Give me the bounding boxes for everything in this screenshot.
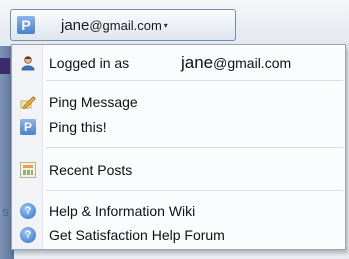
- menu-item-ping-this[interactable]: P Ping this!: [12, 114, 345, 140]
- logged-in-domain: @gmail.com: [213, 55, 292, 71]
- ping-logo-icon: P: [17, 16, 35, 34]
- ping-p-icon: P: [20, 119, 36, 135]
- pencil-icon: [20, 94, 36, 110]
- logged-in-username: jane: [181, 53, 214, 72]
- menu-item-ping-message[interactable]: Ping Message: [12, 89, 345, 115]
- menu-item-label: Recent Posts: [49, 162, 133, 178]
- account-email: jane@gmail.com: [61, 17, 162, 34]
- menu-item-logged-in: Logged in as jane@gmail.com: [12, 50, 345, 76]
- page-background-letter: S: [2, 208, 9, 219]
- menu-separator: [46, 147, 343, 148]
- account-domain: @gmail.com: [89, 17, 162, 33]
- menu-item-recent-posts[interactable]: Recent Posts: [12, 157, 345, 183]
- menu-item-help-wiki[interactable]: ? Help & Information Wiki: [12, 198, 345, 224]
- menu-separator: [46, 80, 343, 81]
- chevron-down-icon: ▾: [163, 20, 168, 30]
- logged-in-email: jane@gmail.com: [181, 53, 291, 73]
- account-menu-button[interactable]: P jane@gmail.com ▾: [10, 9, 236, 41]
- menu-item-label: Ping Message: [49, 94, 138, 110]
- menu-item-label: Ping this!: [49, 119, 107, 135]
- account-username: jane: [61, 16, 90, 34]
- help-icon: ?: [20, 227, 36, 243]
- menu-separator: [46, 190, 343, 191]
- logged-in-label: Logged in as: [49, 55, 130, 71]
- menu-item-label: Help & Information Wiki: [49, 203, 196, 219]
- posts-grid-icon: [20, 162, 36, 178]
- account-dropdown-menu: Logged in as jane@gmail.com Ping Message…: [11, 44, 346, 250]
- menu-item-help-forum[interactable]: ? Get Satisfaction Help Forum: [12, 222, 345, 248]
- help-icon: ?: [20, 203, 36, 219]
- menu-item-label: Get Satisfaction Help Forum: [49, 227, 225, 243]
- user-icon: [20, 55, 36, 71]
- page-background-mark: [0, 58, 10, 74]
